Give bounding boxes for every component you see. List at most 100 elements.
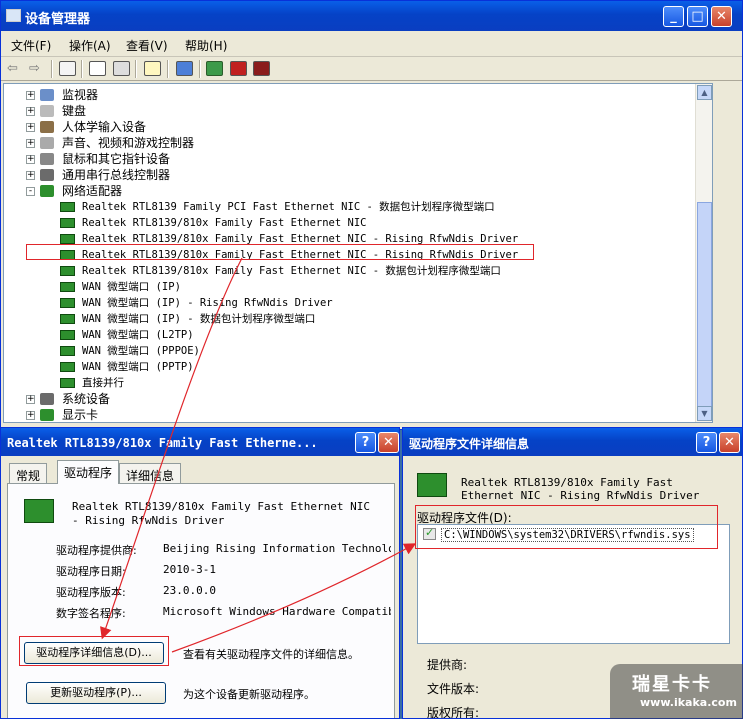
expand-icon[interactable]: + <box>26 411 35 420</box>
toolbar-separator <box>199 60 201 78</box>
network-card-icon <box>24 499 54 523</box>
tree-device-label: WAN 微型端口 (PPPOE) <box>82 345 200 357</box>
tab-general[interactable]: 常规 <box>9 463 48 483</box>
device-manager-titlebar[interactable]: 设备管理器 _ □ ✕ <box>1 1 742 31</box>
menu-view[interactable]: 查看(V) <box>126 37 168 54</box>
network-adapter-icon <box>60 282 75 292</box>
console-tree-icon[interactable] <box>59 61 76 76</box>
field-label: 驱动程序版本: <box>56 586 126 599</box>
device-category-icon <box>40 169 54 181</box>
tree-category-label: 网络适配器 <box>62 184 123 198</box>
device-category-icon <box>40 409 54 421</box>
toolbar-separator <box>51 60 53 78</box>
maximize-button[interactable]: □ <box>687 6 708 27</box>
highlight-box-tree-item <box>26 244 534 260</box>
update-driver-desc: 为这个设备更新驱动程序。 <box>183 688 315 701</box>
expand-icon[interactable]: + <box>26 155 35 164</box>
toolbar-separator <box>81 60 83 78</box>
tree-device-label: Realtek RTL8139 Family PCI Fast Ethernet… <box>82 201 495 213</box>
toolbar-separator <box>135 60 137 78</box>
expand-icon[interactable]: + <box>26 139 35 148</box>
close-button[interactable]: ✕ <box>719 432 740 453</box>
network-adapter-icon <box>60 298 75 308</box>
toolbar-separator <box>167 60 169 78</box>
tree-device-label: WAN 微型端口 (PPTP) <box>82 361 194 373</box>
network-adapter-icon <box>60 378 75 388</box>
device-category-icon <box>40 105 54 117</box>
forward-icon[interactable]: ⇨ <box>29 61 40 76</box>
update-driver-button[interactable]: 更新驱动程序(P)... <box>26 682 166 704</box>
tree-device-label: WAN 微型端口 (IP) - Rising RfwNdis Driver <box>82 297 333 309</box>
tree-category-label: 人体学输入设备 <box>62 120 147 134</box>
tree-category-label: 系统设备 <box>62 392 111 406</box>
close-button[interactable]: ✕ <box>711 6 732 27</box>
menu-bar: 文件(F) 操作(A) 查看(V) 帮助(H) <box>1 31 742 57</box>
device-category-icon <box>40 185 54 197</box>
print-icon[interactable] <box>113 61 130 76</box>
network-adapter-icon <box>60 234 75 244</box>
tree-category-label: 鼠标和其它指针设备 <box>62 152 171 166</box>
uninstall-device-icon[interactable] <box>253 61 270 76</box>
tree-device-label: WAN 微型端口 (IP) <box>82 281 181 293</box>
tree-category-label: 监视器 <box>62 88 99 102</box>
menu-action[interactable]: 操作(A) <box>69 37 111 54</box>
help-icon[interactable] <box>144 61 161 76</box>
close-button[interactable]: ✕ <box>378 432 399 453</box>
devmgr-app-icon <box>6 9 21 22</box>
device-category-icon <box>40 393 54 405</box>
expand-icon[interactable]: + <box>26 123 35 132</box>
expand-icon[interactable]: + <box>26 107 35 116</box>
network-adapter-icon <box>60 202 75 212</box>
properties-dialog: Realtek RTL8139/810x Family Fast Etherne… <box>0 427 400 719</box>
menu-file[interactable]: 文件(F) <box>11 37 51 54</box>
expand-icon[interactable]: + <box>26 171 35 180</box>
scroll-down-icon[interactable]: ▼ <box>697 406 712 421</box>
device-category-icon <box>40 153 54 165</box>
tree-device-label: WAN 微型端口 (IP) - 数据包计划程序微型端口 <box>82 313 316 325</box>
field-value: Beijing Rising Information Technology <box>163 542 391 555</box>
scroll-up-icon[interactable]: ▲ <box>697 85 712 100</box>
help-button[interactable]: ? <box>355 432 376 453</box>
network-adapter-icon <box>60 314 75 324</box>
tree-category-label: 声音、视频和游戏控制器 <box>62 136 195 150</box>
tree-device-label: 直接并行 <box>82 377 124 389</box>
expand-icon[interactable]: + <box>26 91 35 100</box>
driver-tab-panel: Realtek RTL8139/810x Family Fast Etherne… <box>7 483 395 718</box>
help-button[interactable]: ? <box>696 432 717 453</box>
scan-hardware-icon[interactable] <box>176 61 193 76</box>
toolbar: ⇦ ⇨ <box>1 57 742 81</box>
properties-titlebar[interactable]: Realtek RTL8139/810x Family Fast Etherne… <box>1 428 399 456</box>
field-label: 数字签名程序: <box>56 607 126 620</box>
expand-icon[interactable]: + <box>26 395 35 404</box>
driver-details-desc: 查看有关驱动程序文件的详细信息。 <box>183 648 359 661</box>
disable-device-icon[interactable] <box>230 61 247 76</box>
device-category-icon <box>40 121 54 133</box>
tree-device-label: WAN 微型端口 (L2TP) <box>82 329 194 341</box>
vertical-scrollbar[interactable]: ▲ ▼ <box>695 84 712 422</box>
field-value: Microsoft Windows Hardware Compatibili <box>163 605 391 618</box>
device-manager-window: 设备管理器 _ □ ✕ 文件(F) 操作(A) 查看(V) 帮助(H) ⇦ ⇨ … <box>0 0 743 430</box>
network-adapter-icon <box>60 218 75 228</box>
field-label: 驱动程序日期: <box>56 565 126 578</box>
network-adapter-icon <box>60 362 75 372</box>
update-driver-icon[interactable] <box>206 61 223 76</box>
scroll-thumb[interactable] <box>697 202 712 407</box>
tab-driver[interactable]: 驱动程序 <box>57 460 120 484</box>
file-info-label: 提供商: <box>427 658 468 672</box>
file-info-label: 版权所有: <box>427 706 480 719</box>
back-icon[interactable]: ⇦ <box>7 61 18 76</box>
file-details-titlebar[interactable]: 驱动程序文件详细信息 ? ✕ <box>403 428 742 456</box>
collapse-icon[interactable]: - <box>26 187 35 196</box>
tree-category-label: 显示卡 <box>62 408 99 422</box>
highlight-box-details-button <box>19 636 169 666</box>
network-adapter-icon <box>60 346 75 356</box>
network-card-icon <box>417 473 447 497</box>
tab-details[interactable]: 详细信息 <box>119 463 182 483</box>
device-category-icon <box>40 89 54 101</box>
tree-device-label: Realtek RTL8139/810x Family Fast Etherne… <box>82 217 367 229</box>
field-value: 23.0.0.0 <box>163 584 216 597</box>
tree-category-label: 键盘 <box>62 104 87 118</box>
menu-help[interactable]: 帮助(H) <box>185 37 227 54</box>
properties-icon[interactable] <box>89 61 106 76</box>
minimize-button[interactable]: _ <box>663 6 684 27</box>
